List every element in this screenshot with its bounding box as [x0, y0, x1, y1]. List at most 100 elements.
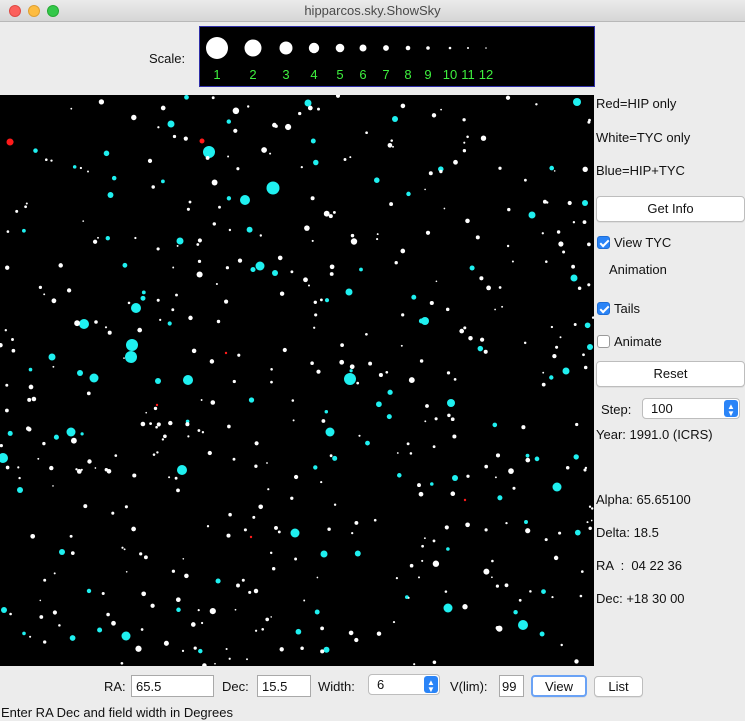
- star-hip-tyc: [324, 410, 329, 414]
- star-tyc-only: [139, 552, 143, 556]
- star-tyc-only: [253, 588, 259, 594]
- star-tyc-only: [237, 258, 243, 263]
- star-tyc-only: [440, 108, 442, 111]
- scale-dot: [279, 41, 293, 55]
- view-tyc-checkbox[interactable]: [597, 236, 610, 249]
- star-tyc-only: [4, 329, 7, 332]
- sky-view[interactable]: [0, 95, 594, 666]
- star-tyc-only: [271, 566, 276, 571]
- star-hip-tyc: [325, 427, 335, 437]
- star-tyc-only: [450, 417, 455, 422]
- star-tyc-only: [343, 158, 347, 161]
- get-info-button[interactable]: Get Info: [596, 196, 745, 222]
- star-tyc-only: [392, 621, 396, 624]
- dec-readout: Dec: +18 30 00: [596, 591, 685, 606]
- step-select[interactable]: 100 ▲ ▼: [642, 398, 740, 419]
- star-tyc-only: [197, 238, 202, 243]
- star-tyc-only: [114, 454, 118, 457]
- star-tyc-only: [425, 404, 429, 408]
- star-tyc-only: [27, 427, 32, 432]
- star-tyc-only: [51, 298, 57, 304]
- star-tyc-only: [254, 464, 258, 468]
- scale-magnitude-label: 3: [282, 67, 289, 82]
- star-tyc-only: [163, 434, 167, 439]
- star-tyc-only: [292, 419, 295, 422]
- star-tyc-only: [290, 496, 294, 500]
- star-tyc-only: [121, 546, 124, 549]
- star-hip-tyc: [324, 298, 330, 303]
- ra-input[interactable]: [131, 675, 214, 697]
- width-select[interactable]: 6 ▲ ▼: [368, 674, 440, 695]
- star-tyc-only: [183, 136, 188, 141]
- star-tyc-only: [70, 437, 77, 444]
- star-tyc-only: [267, 488, 270, 491]
- star-tyc-only: [303, 277, 308, 283]
- scale-dot: [244, 39, 262, 57]
- star-tyc-only: [124, 505, 128, 509]
- star-tyc-only: [541, 232, 544, 235]
- star-hip-tyc: [141, 290, 146, 295]
- star-tyc-only: [234, 608, 237, 611]
- star-hip-tyc: [240, 195, 250, 205]
- star-hip-tyc: [584, 322, 591, 329]
- star-hip-tyc: [59, 549, 65, 555]
- star-hip-tyc: [255, 261, 265, 271]
- star-tyc-only: [226, 533, 231, 538]
- animate-checkbox[interactable]: [597, 335, 610, 348]
- star-tyc-only: [484, 464, 489, 469]
- reset-button[interactable]: Reset: [596, 361, 745, 387]
- alpha-readout: Alpha: 65.65100: [596, 492, 691, 507]
- star-tyc-only: [98, 99, 105, 105]
- star-tyc-only: [311, 239, 314, 242]
- star-tyc-only: [466, 474, 470, 478]
- star-tyc-only: [254, 629, 258, 632]
- tails-checkbox[interactable]: [597, 302, 610, 315]
- star-tyc-only: [524, 178, 527, 182]
- star-tyc-only: [424, 188, 426, 191]
- star-tyc-only: [270, 380, 273, 384]
- star-hip-tyc: [374, 177, 380, 183]
- star-tyc-only: [196, 271, 203, 278]
- star-tyc-only: [43, 578, 47, 582]
- star-tyc-only: [444, 590, 448, 593]
- star-hip-tyc: [89, 373, 99, 383]
- star-hip-tyc: [167, 321, 172, 326]
- star-tyc-only: [582, 220, 587, 225]
- scale-magnitude-label: 2: [249, 67, 256, 82]
- star-tyc-only: [498, 286, 502, 289]
- star-tyc-only: [184, 573, 189, 579]
- dec-input[interactable]: [257, 675, 311, 697]
- star-tyc-only: [319, 298, 323, 302]
- star-tyc-only: [392, 145, 394, 148]
- star-tyc-only: [535, 103, 538, 106]
- legend-white: White=TYC only: [596, 130, 691, 145]
- star-hip-tyc: [539, 631, 545, 637]
- star-tyc-only: [320, 649, 325, 654]
- star-tyc-only: [431, 113, 437, 118]
- star-tyc-only: [52, 485, 54, 487]
- vlim-input[interactable]: [499, 675, 524, 697]
- star-hip-tyc: [226, 119, 231, 124]
- star-hip-tyc: [203, 146, 215, 158]
- star-tyc-only: [445, 307, 450, 312]
- star-tyc-only: [233, 128, 238, 133]
- star-tyc-only: [310, 361, 314, 365]
- star-tyc-only: [591, 316, 594, 319]
- star-tyc-only: [407, 596, 410, 599]
- star-hip-tyc: [266, 181, 280, 195]
- star-tyc-only: [572, 221, 576, 224]
- view-button[interactable]: View: [531, 675, 587, 697]
- star-hip-tyc: [549, 375, 554, 380]
- star-tyc-only: [446, 371, 451, 375]
- scale-magnitude-label: 5: [336, 67, 343, 82]
- star-tyc-only: [224, 299, 229, 304]
- star-tyc-only: [279, 291, 285, 296]
- star-tyc-only: [272, 122, 277, 128]
- list-button[interactable]: List: [594, 676, 643, 697]
- star-tyc-only: [104, 326, 108, 329]
- star-tyc-only: [207, 450, 212, 456]
- star-tyc-only: [147, 158, 153, 164]
- year-readout: Year: 1991.0 (ICRS): [596, 427, 713, 442]
- width-label: Width:: [318, 679, 355, 694]
- title-bar: hipparcos.sky.ShowSky: [0, 0, 745, 22]
